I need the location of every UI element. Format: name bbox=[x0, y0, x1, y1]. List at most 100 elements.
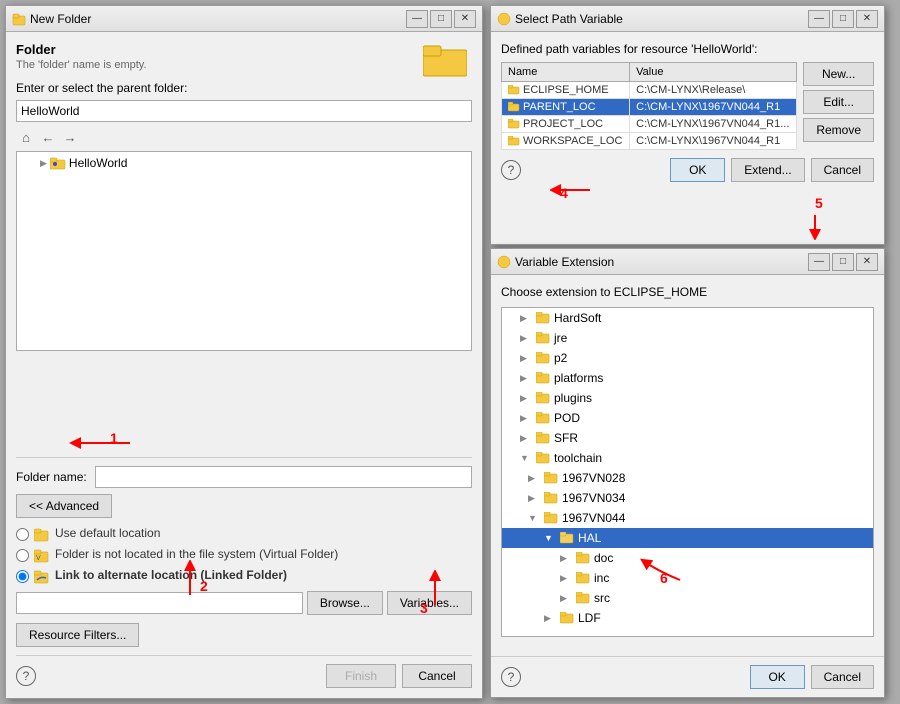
folder-icon-1967vn028 bbox=[544, 472, 558, 484]
tree-label-jre: jre bbox=[554, 331, 567, 345]
select-path-titlebar: Select Path Variable — □ ✕ bbox=[491, 6, 884, 32]
new-folder-title: New Folder bbox=[30, 12, 91, 26]
tree-item-1967vn028[interactable]: ▶ 1967VN028 bbox=[502, 468, 873, 488]
variables-btn[interactable]: Variables... bbox=[387, 591, 472, 615]
tree-label-doc: doc bbox=[594, 551, 613, 565]
new-folder-close-btn[interactable]: ✕ bbox=[454, 10, 476, 28]
radio-linked-location-input[interactable] bbox=[16, 570, 29, 583]
tree-item-p2[interactable]: ▶ p2 bbox=[502, 348, 873, 368]
table-cell-value: C:\CM-LYNX\1967VN044_R1... bbox=[630, 116, 797, 133]
tree-item-helloworld[interactable]: ▶ HelloWorld bbox=[20, 155, 468, 171]
new-folder-cancel-btn[interactable]: Cancel bbox=[402, 664, 472, 688]
new-folder-help-icon[interactable]: ? bbox=[16, 666, 36, 686]
var-ext-maximize-btn[interactable]: □ bbox=[832, 253, 854, 271]
table-row[interactable]: ECLIPSE_HOME C:\CM-LYNX\Release\ bbox=[502, 82, 797, 99]
var-ext-ok-btn[interactable]: OK bbox=[750, 665, 805, 689]
tree-item-plugins[interactable]: ▶ plugins bbox=[502, 388, 873, 408]
folder-icon-sfr bbox=[536, 432, 550, 444]
table-row[interactable]: PROJECT_LOC C:\CM-LYNX\1967VN044_R1... bbox=[502, 116, 797, 133]
tree-label-ldf: LDF bbox=[578, 611, 601, 625]
location-input[interactable] bbox=[16, 592, 303, 614]
tree-item-sfr[interactable]: ▶ SFR bbox=[502, 428, 873, 448]
remove-variable-btn[interactable]: Remove bbox=[803, 118, 874, 142]
tree-label-toolchain: toolchain bbox=[554, 451, 602, 465]
tree-label-src: src bbox=[594, 591, 610, 605]
select-path-maximize-btn[interactable]: □ bbox=[832, 10, 854, 28]
variable-extension-titlebar: Variable Extension — □ ✕ bbox=[491, 249, 884, 275]
table-row[interactable]: WORKSPACE_LOC C:\CM-LYNX\1967VN044_R1 bbox=[502, 133, 797, 150]
folder-icon-r2: V bbox=[34, 549, 50, 563]
var-ext-cancel-btn[interactable]: Cancel bbox=[811, 665, 874, 689]
table-cell-name: PARENT_LOC bbox=[502, 99, 630, 116]
table-cell-name: ECLIPSE_HOME bbox=[502, 82, 630, 99]
tree-label-1967vn044: 1967VN044 bbox=[562, 511, 625, 525]
table-row[interactable]: PARENT_LOC C:\CM-LYNX\1967VN044_R1 bbox=[502, 99, 797, 116]
tree-label-plugins: plugins bbox=[554, 391, 592, 405]
folder-icon-plugins bbox=[536, 392, 550, 404]
tree-item-1967vn034[interactable]: ▶ 1967VN034 bbox=[502, 488, 873, 508]
browse-btn[interactable]: Browse... bbox=[307, 591, 383, 615]
radio-virtual-folder: V Folder is not located in the file syst… bbox=[16, 547, 472, 564]
extend-btn[interactable]: Extend... bbox=[731, 158, 804, 182]
tree-item-src[interactable]: ▶ src bbox=[502, 588, 873, 608]
select-path-icon bbox=[497, 12, 511, 26]
table-header-value: Value bbox=[630, 63, 797, 82]
tree-label-inc: inc bbox=[594, 571, 609, 585]
radio-virtual-location-input[interactable] bbox=[16, 549, 29, 562]
advanced-btn[interactable]: << Advanced bbox=[16, 494, 112, 518]
folder-icon-src bbox=[576, 592, 590, 604]
folder-icon-doc bbox=[576, 552, 590, 564]
resource-filters-btn[interactable]: Resource Filters... bbox=[16, 623, 139, 647]
select-path-help-icon[interactable]: ? bbox=[501, 160, 521, 180]
var-ext-close-btn[interactable]: ✕ bbox=[856, 253, 878, 271]
tree-item-doc[interactable]: ▶ doc bbox=[502, 548, 873, 568]
select-path-title: Select Path Variable bbox=[515, 12, 623, 26]
new-folder-maximize-btn[interactable]: □ bbox=[430, 10, 452, 28]
new-variable-btn[interactable]: New... bbox=[803, 62, 874, 86]
folder-tree: ▶ HelloWorld bbox=[16, 151, 472, 351]
folder-icon-r1 bbox=[34, 528, 50, 542]
radio-linked-label: Link to alternate location (Linked Folde… bbox=[55, 568, 287, 582]
back-btn[interactable]: ← bbox=[38, 127, 58, 147]
parent-folder-input[interactable] bbox=[16, 100, 472, 122]
var-ext-help-icon[interactable]: ? bbox=[501, 667, 521, 687]
tree-item-hardsoft[interactable]: ▶ HardSoft bbox=[502, 308, 873, 328]
folder-icon-jre bbox=[536, 332, 550, 344]
tree-item-inc[interactable]: ▶ inc bbox=[502, 568, 873, 588]
tree-item-toolchain[interactable]: ▼ toolchain bbox=[502, 448, 873, 468]
radio-default-location-input[interactable] bbox=[16, 528, 29, 541]
folder-icon-hal bbox=[560, 532, 574, 544]
tree-toolbar: ⌂ ← → bbox=[16, 127, 472, 147]
home-btn[interactable]: ⌂ bbox=[16, 127, 36, 147]
tree-label-p2: p2 bbox=[554, 351, 567, 365]
select-path-close-btn[interactable]: ✕ bbox=[856, 10, 878, 28]
tree-item-platforms[interactable]: ▶ platforms bbox=[502, 368, 873, 388]
folder-icon-toolchain bbox=[536, 452, 550, 464]
select-path-cancel-btn[interactable]: Cancel bbox=[811, 158, 874, 182]
table-cell-value: C:\CM-LYNX\1967VN044_R1 bbox=[630, 133, 797, 150]
var-ext-minimize-btn[interactable]: — bbox=[808, 253, 830, 271]
folder-icon-ldf bbox=[560, 612, 574, 624]
var-ext-header: Choose extension to ECLIPSE_HOME bbox=[501, 285, 874, 299]
row-folder-icon bbox=[508, 119, 520, 129]
select-path-ok-btn[interactable]: OK bbox=[670, 158, 725, 182]
folder-name-input[interactable] bbox=[95, 466, 472, 488]
tree-label-platforms: platforms bbox=[554, 371, 603, 385]
finish-btn[interactable]: Finish bbox=[326, 664, 396, 688]
tree-item-pod[interactable]: ▶ POD bbox=[502, 408, 873, 428]
select-path-minimize-btn[interactable]: — bbox=[808, 10, 830, 28]
forward-btn[interactable]: → bbox=[60, 127, 80, 147]
tree-label-1967vn028: 1967VN028 bbox=[562, 471, 625, 485]
tree-item-hal[interactable]: ▼ HAL bbox=[502, 528, 873, 548]
tree-expand-helloworld[interactable]: ▶ bbox=[40, 158, 47, 169]
tree-item-ldf[interactable]: ▶ LDF bbox=[502, 608, 873, 628]
table-cell-name: PROJECT_LOC bbox=[502, 116, 630, 133]
folder-icon-r3 bbox=[34, 570, 50, 584]
new-folder-minimize-btn[interactable]: — bbox=[406, 10, 428, 28]
tree-item-1967vn044[interactable]: ▼ 1967VN044 bbox=[502, 508, 873, 528]
svg-text:V: V bbox=[36, 555, 41, 562]
edit-variable-btn[interactable]: Edit... bbox=[803, 90, 874, 114]
tree-item-jre[interactable]: ▶ jre bbox=[502, 328, 873, 348]
tree-label-hardsoft: HardSoft bbox=[554, 311, 601, 325]
variable-extension-icon bbox=[497, 255, 511, 269]
